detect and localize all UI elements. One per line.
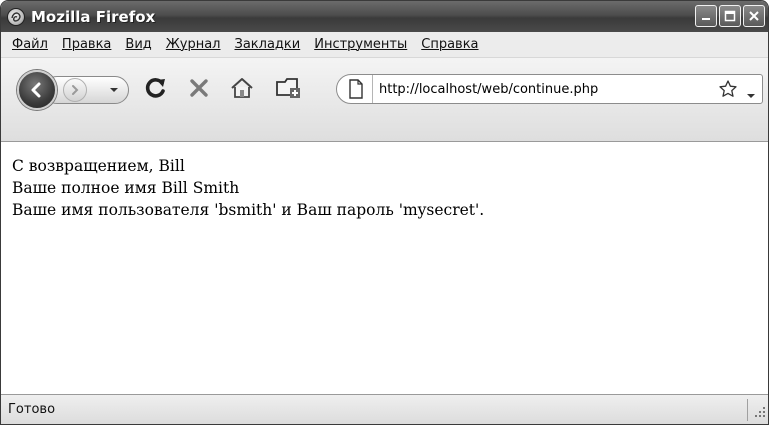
history-dropdown-button[interactable] <box>107 82 121 98</box>
close-icon <box>749 11 759 21</box>
back-icon <box>31 82 41 98</box>
menu-tools[interactable]: Инструменты <box>308 37 415 52</box>
reload-button[interactable] <box>141 73 171 103</box>
menu-file[interactable]: Файл <box>6 37 56 52</box>
status-text: Готово <box>8 402 56 417</box>
minimize-button[interactable] <box>695 5 717 27</box>
full-name-text: Ваше полное имя Bill Smith <box>12 179 240 197</box>
welcome-text: С возвращением, Bill <box>12 157 185 175</box>
minimize-icon <box>702 18 710 20</box>
stop-button[interactable] <box>184 73 214 103</box>
firefox-logo-icon <box>7 7 25 26</box>
title-bar[interactable]: Mozilla Firefox <box>1 1 768 32</box>
reload-icon <box>145 78 165 98</box>
browser-window: Mozilla Firefox Файл Правка Вид Журнал З… <box>0 0 769 425</box>
status-divider <box>747 399 748 421</box>
address-bar[interactable]: http://localhost/web/continue.php <box>336 74 763 104</box>
menu-edit[interactable]: Правка <box>56 37 119 52</box>
menu-help[interactable]: Справка <box>415 37 486 52</box>
url-dropdown-icon[interactable] <box>746 85 756 104</box>
page-content: С возвращением, Bill Ваше полное имя Bil… <box>1 142 768 394</box>
credentials-text: Ваше имя пользователя 'bsmith' и Ваш пар… <box>12 201 485 219</box>
back-button[interactable] <box>17 70 57 110</box>
forward-button[interactable] <box>63 78 87 102</box>
history-dropdown-icon <box>110 88 118 92</box>
resize-grip-icon[interactable] <box>754 403 766 422</box>
forward-icon <box>72 85 79 95</box>
bookmark-star-icon[interactable] <box>718 79 738 103</box>
menu-bookmarks[interactable]: Закладки <box>229 37 309 52</box>
window-title: Mozilla Firefox <box>31 7 156 26</box>
menu-bar: Файл Правка Вид Журнал Закладки Инструме… <box>1 32 768 58</box>
back-forward-group <box>17 70 129 110</box>
status-bar: Готово <box>1 394 768 424</box>
url-divider <box>372 75 373 103</box>
bookmark-tab-button[interactable] <box>274 73 304 103</box>
bookmark-tab-icon <box>276 78 300 98</box>
maximize-button[interactable] <box>719 5 741 27</box>
menu-history[interactable]: Журнал <box>160 37 229 52</box>
maximize-icon <box>724 10 736 22</box>
stop-icon <box>190 79 208 97</box>
home-button[interactable] <box>227 73 257 103</box>
page-icon <box>346 78 366 100</box>
navigation-toolbar: http://localhost/web/continue.php <box>1 58 768 142</box>
menu-view[interactable]: Вид <box>119 37 159 52</box>
close-button[interactable] <box>743 5 765 27</box>
url-input[interactable]: http://localhost/web/continue.php <box>379 82 598 97</box>
home-icon <box>231 78 253 98</box>
